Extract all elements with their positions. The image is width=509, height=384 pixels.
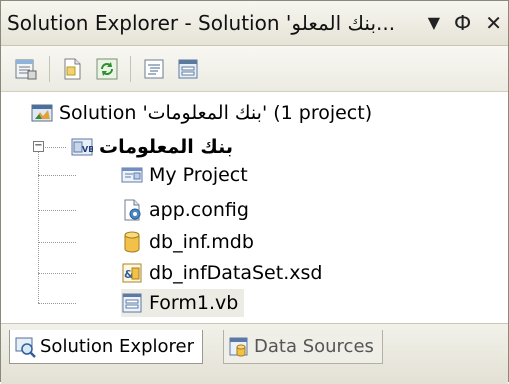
- show-all-files-button[interactable]: [60, 56, 86, 82]
- solution-tree: Solution 'بنك المعلومات' (1 project) − V…: [1, 93, 508, 321]
- toolbar-separator: [49, 55, 50, 82]
- solution-icon: [31, 102, 53, 124]
- tab-label: Data Sources: [254, 336, 374, 357]
- solution-explorer-window: Solution Explorer - Solution 'بنك المعلو…: [0, 0, 509, 384]
- title-controls: ▼ Ф ✕: [428, 7, 502, 39]
- refresh-button[interactable]: [94, 56, 120, 82]
- svg-text:VB: VB: [82, 145, 93, 154]
- toolbar-separator: [130, 55, 131, 82]
- tree-item-db-inf-mdb[interactable]: db_inf.mdb: [121, 228, 254, 256]
- tab-solution-explorer[interactable]: Solution Explorer: [9, 330, 203, 364]
- form-icon: [121, 292, 143, 314]
- view-designer-button[interactable]: [175, 56, 201, 82]
- tree-item-project[interactable]: VB بنك المعلومات: [71, 133, 233, 161]
- database-icon: [121, 231, 143, 253]
- view-designer-icon: [178, 59, 198, 78]
- tree-connector: [38, 273, 76, 274]
- tree-connector: [38, 303, 76, 304]
- toolbar: [1, 46, 508, 92]
- solution-label: Solution 'بنك المعلومات' (1 project): [59, 102, 373, 124]
- config-file-icon: [121, 199, 143, 221]
- view-code-button[interactable]: [141, 56, 167, 82]
- tree-item-my-project[interactable]: My Project: [121, 161, 248, 189]
- show-all-files-icon: [64, 58, 81, 79]
- tree-connector: [38, 210, 76, 211]
- tree-connector: [38, 242, 76, 243]
- item-label: app.config: [149, 199, 249, 221]
- collapse-toggle[interactable]: −: [33, 141, 44, 152]
- tree-item-solution[interactable]: Solution 'بنك المعلومات' (1 project): [31, 99, 372, 127]
- tab-data-sources[interactable]: Data Sources: [223, 330, 383, 364]
- title-bar: Solution Explorer - Solution 'بنك المعلو…: [1, 1, 508, 46]
- tree-item-app-config[interactable]: app.config: [121, 196, 249, 224]
- tab-label: Solution Explorer: [40, 336, 194, 357]
- item-label: Form1.vb: [149, 292, 239, 314]
- my-project-icon: [121, 164, 143, 186]
- tree-item-dataset[interactable]: & db_infDataSet.xsd: [121, 259, 322, 287]
- tree-connector: [38, 151, 39, 303]
- properties-icon: [15, 59, 37, 79]
- item-label: My Project: [149, 164, 248, 186]
- solution-explorer-icon: [14, 336, 36, 358]
- pin-icon[interactable]: Ф: [454, 13, 471, 33]
- refresh-icon: [96, 58, 118, 79]
- tree-connector: [38, 175, 76, 176]
- dataset-icon: &: [121, 262, 143, 284]
- item-label: db_inf.mdb: [149, 231, 254, 253]
- data-sources-icon: [228, 336, 250, 358]
- window-title: Solution Explorer - Solution 'بنك المعلو…: [7, 11, 396, 35]
- item-label: db_infDataSet.xsd: [149, 262, 323, 284]
- properties-button[interactable]: [13, 56, 39, 82]
- dropdown-icon[interactable]: ▼: [428, 15, 440, 31]
- view-code-icon: [144, 59, 164, 78]
- vb-project-icon: VB: [71, 136, 93, 158]
- close-icon[interactable]: ✕: [485, 13, 502, 33]
- tree-item-form1[interactable]: Form1.vb: [121, 289, 245, 317]
- project-label: بنك المعلومات: [99, 136, 233, 158]
- tab-bar: Solution Explorer Data Sources: [1, 323, 508, 384]
